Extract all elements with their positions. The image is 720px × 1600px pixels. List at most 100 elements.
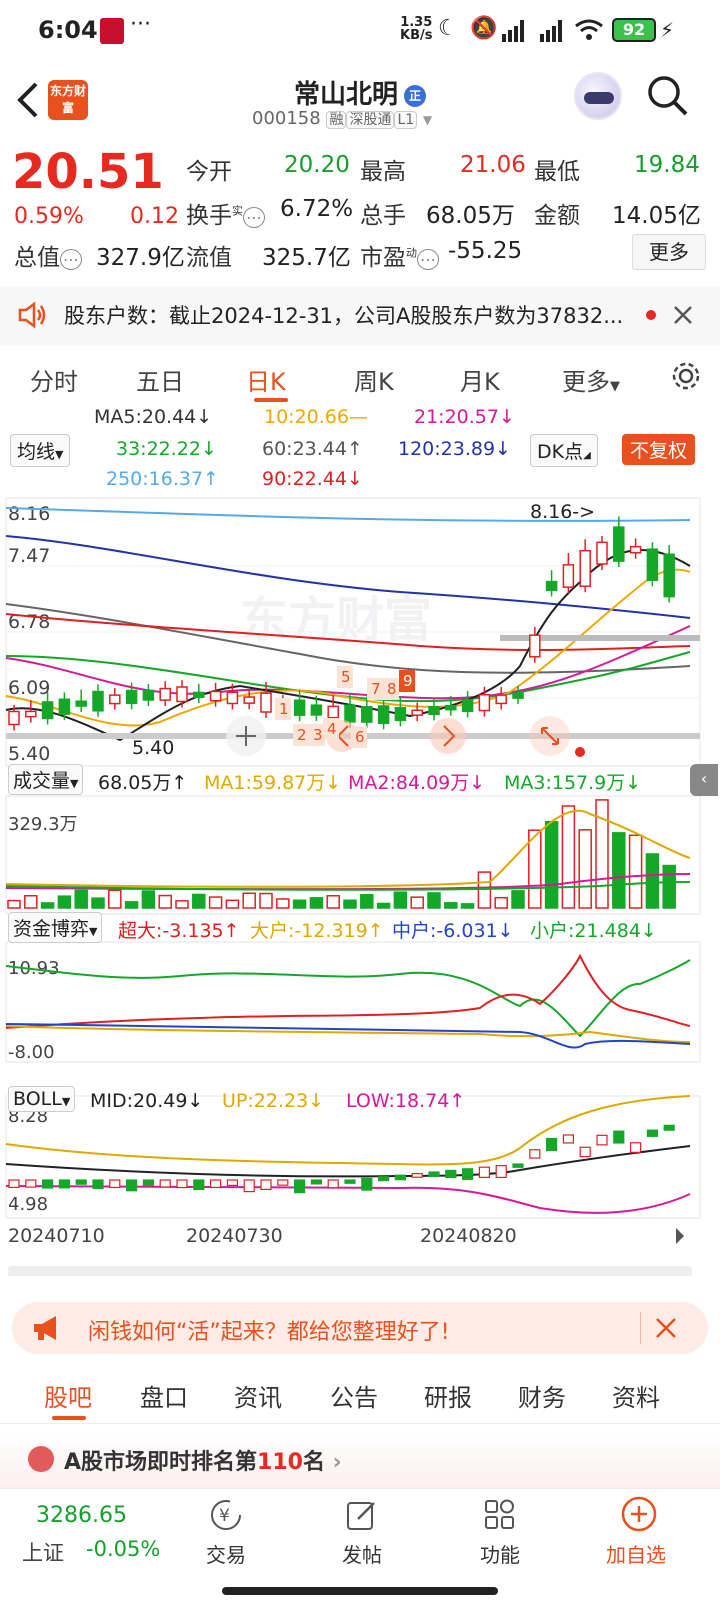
tab-profile[interactable]: 资料 xyxy=(612,1378,660,1413)
ma250-legend: 250:16.37↑ xyxy=(106,468,219,490)
boll-candle xyxy=(478,1166,490,1178)
stock-header: 东方财富 常山北明正 000158 融深股通 L1 ▼ xyxy=(0,64,720,140)
kline-candle xyxy=(461,698,474,713)
ranking-text: A股市场即时排名第110名 › xyxy=(64,1450,342,1475)
kline-candle xyxy=(613,526,625,562)
tab-orderbook[interactable]: 盘口 xyxy=(140,1378,188,1413)
promo-text: 闲钱如何“活”起来？都给您整理好了! xyxy=(88,1320,450,1345)
boll-candle xyxy=(579,1146,591,1158)
boll-candle xyxy=(58,1179,71,1189)
volume-bar xyxy=(561,805,576,909)
index-change: -0.05% xyxy=(86,1537,161,1561)
volume-bar xyxy=(108,889,122,909)
kline-candle xyxy=(92,690,104,712)
date-label-1: 20240710 xyxy=(8,1225,105,1247)
boll-candle xyxy=(142,1179,154,1186)
ranking-row[interactable]: A股市场即时排名第110名 › xyxy=(0,1430,720,1488)
trade-yen-icon[interactable]: ¥ xyxy=(208,1497,244,1533)
battery-icon: 92 xyxy=(612,18,656,42)
functions-label[interactable]: 功能 xyxy=(480,1539,520,1568)
volume-bar xyxy=(158,894,172,909)
dropdown-arrow-icon: ▼ xyxy=(70,777,79,790)
kline-candle xyxy=(327,705,339,719)
volume-bar xyxy=(544,820,559,909)
vol-value: 68.05万↑ xyxy=(98,772,188,794)
boll-candle xyxy=(8,1179,20,1189)
kline-candle xyxy=(310,704,323,716)
volume-select[interactable]: 成交量▼ xyxy=(8,764,84,795)
tab-five-day[interactable]: 五日 xyxy=(136,362,184,397)
signal-icon-1 xyxy=(502,20,524,42)
high-value: 21.06 xyxy=(460,152,526,178)
capital-select[interactable]: 资金博弈▼ xyxy=(8,912,103,943)
tag-connect: 深股通 xyxy=(346,111,395,129)
boll-select[interactable]: BOLL▼ xyxy=(8,1086,76,1112)
close-icon[interactable] xyxy=(672,304,694,326)
boll-candle xyxy=(394,1174,406,1181)
wave-number: 3 xyxy=(313,726,323,744)
y-label-1: 8.16 xyxy=(8,503,50,525)
boll-candle xyxy=(226,1179,238,1186)
tag-margin: 融 xyxy=(326,111,347,129)
tab-daily-k[interactable]: 日K xyxy=(246,362,286,397)
trade-label[interactable]: 交易 xyxy=(206,1539,246,1568)
volume-legend: 成交量▼ 68.05万↑ MA1:59.87万↓ MA2:84.09万↓ MA3… xyxy=(0,764,720,796)
post-label[interactable]: 发帖 xyxy=(342,1539,382,1568)
boll-candle xyxy=(277,1179,289,1186)
add-watchlist-icon[interactable] xyxy=(620,1495,658,1533)
tab-more[interactable]: 更多▼ xyxy=(562,362,620,397)
tab-intraday[interactable]: 分时 xyxy=(30,362,78,397)
no-adjust-button[interactable]: 不复权 xyxy=(622,434,696,465)
ma-type-select[interactable]: 均线▼ xyxy=(10,434,71,467)
promo-banner[interactable]: 闲钱如何“活”起来？都给您整理好了! xyxy=(12,1302,708,1354)
vol-ma3: MA3:157.9万↓ xyxy=(504,772,642,794)
index-value: 3286.65 xyxy=(36,1503,127,1528)
boll-candle xyxy=(210,1179,222,1188)
volume-bar xyxy=(141,890,156,909)
add-watchlist-label[interactable]: 加自选 xyxy=(606,1539,666,1568)
kline-candle xyxy=(209,690,222,702)
float-value: 325.7亿 xyxy=(262,245,351,271)
compose-post-icon[interactable] xyxy=(344,1497,380,1533)
dk-point-button[interactable]: DK点◢ xyxy=(530,434,598,467)
kline-candle xyxy=(125,689,138,705)
close-icon[interactable] xyxy=(654,1316,678,1340)
tab-weekly-k[interactable]: 周K xyxy=(354,362,394,397)
tab-announcements[interactable]: 公告 xyxy=(330,1378,378,1413)
boll-candle xyxy=(646,1129,659,1137)
dropdown-triangle-icon[interactable]: ▼ xyxy=(423,113,432,127)
boll-candle xyxy=(193,1179,205,1191)
settings-gear-icon[interactable] xyxy=(670,360,702,392)
tab-monthly-k[interactable]: 月K xyxy=(460,362,500,397)
search-icon[interactable] xyxy=(646,74,690,118)
vol-ma1: MA1:59.87万↓ xyxy=(204,772,342,794)
kline-candle xyxy=(394,707,407,722)
unread-dot xyxy=(646,310,656,320)
tab-forum[interactable]: 股吧 xyxy=(44,1378,92,1413)
volume-bar xyxy=(74,889,88,909)
y-label-5: 5.40 xyxy=(8,743,50,765)
collapse-panel-icon[interactable]: ‹ xyxy=(690,764,718,796)
kline-chart-area[interactable]: 东方财富 8.16 7.47 6.78 6.09 5.40 8.16-> 5.4… xyxy=(0,496,720,1276)
boll-low: LOW:18.74↑ xyxy=(346,1090,466,1112)
volume-bar xyxy=(511,890,525,909)
more-button[interactable]: 更多 xyxy=(632,234,706,270)
volume-bar xyxy=(427,892,441,909)
ma5-legend: MA5:20.44↓ xyxy=(94,406,213,428)
stock-code: 000158 xyxy=(252,108,321,129)
dropdown-arrow-icon: ▼ xyxy=(61,1095,71,1108)
high-label: 最高 xyxy=(360,159,406,185)
turnover-label: 换手实 ⋯ xyxy=(186,196,265,230)
kfc-app-icon xyxy=(100,18,124,44)
volume-bar xyxy=(460,903,475,909)
tab-financials[interactable]: 财务 xyxy=(518,1378,566,1413)
tab-news[interactable]: 资讯 xyxy=(234,1378,282,1413)
boll-candle xyxy=(445,1169,457,1179)
functions-grid-icon[interactable] xyxy=(482,1497,518,1533)
shareholder-notice[interactable]: 股东户数：截止2024-12-31，公司A股股东户数为37832... xyxy=(0,286,720,346)
tab-research[interactable]: 研报 xyxy=(424,1378,472,1413)
robot-assistant-icon[interactable] xyxy=(574,72,622,120)
boll-candle xyxy=(495,1164,507,1179)
capital-frame xyxy=(5,941,701,1063)
volume-bar xyxy=(494,896,508,909)
